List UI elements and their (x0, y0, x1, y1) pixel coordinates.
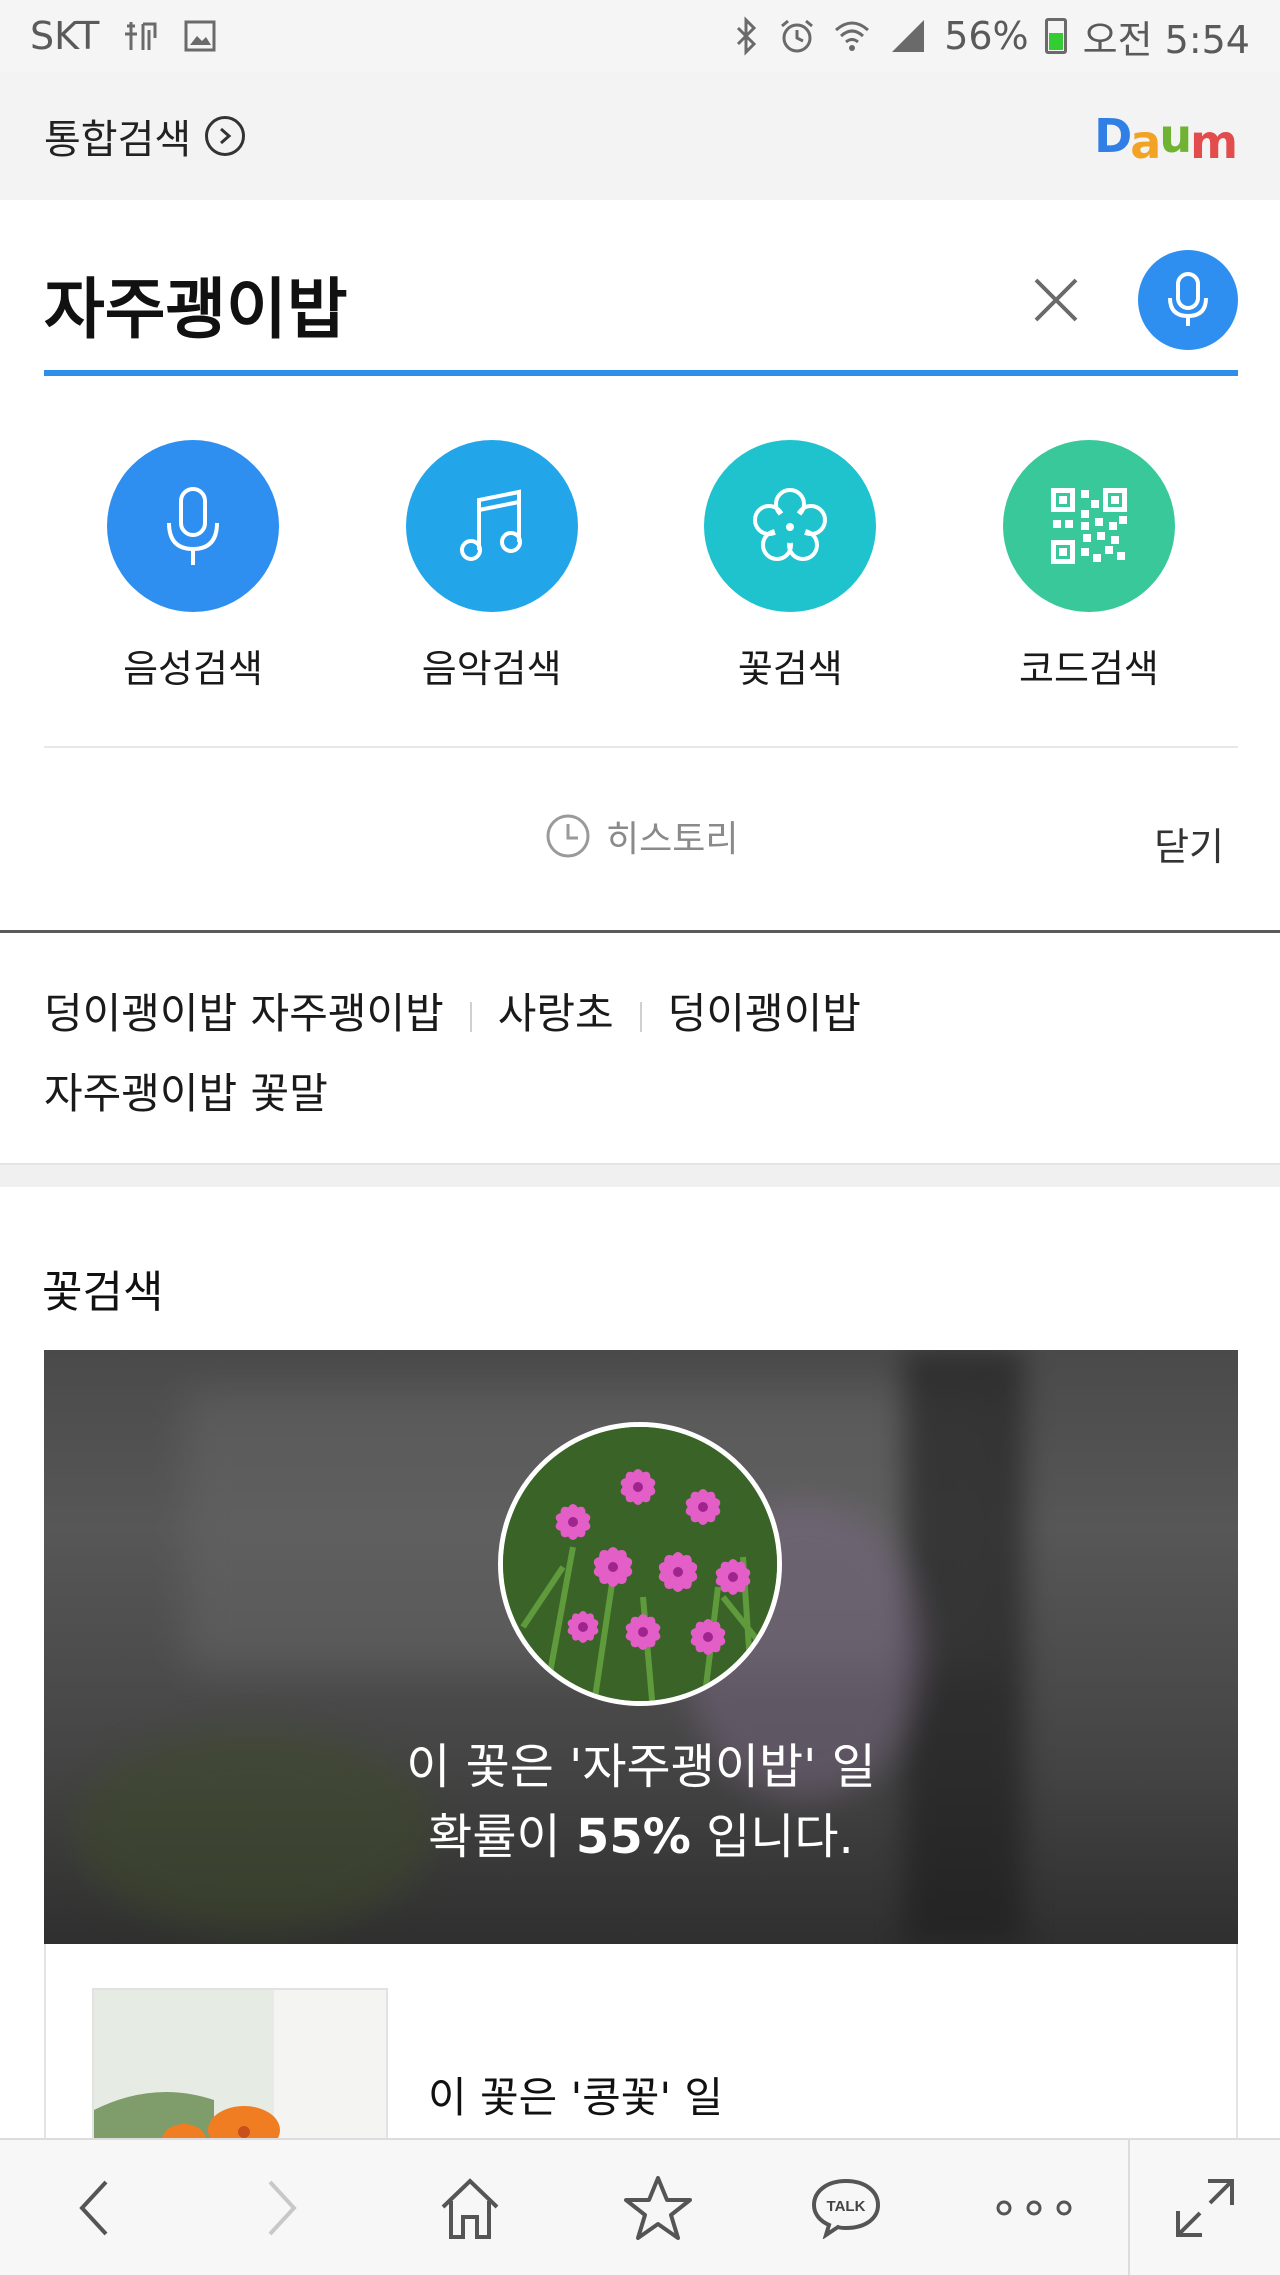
tool-circle (405, 440, 578, 612)
more-button[interactable] (940, 2139, 1128, 2275)
integrated-search-link[interactable]: 통합검색 (44, 107, 246, 165)
tool-label: 코드검색 (1019, 647, 1159, 691)
music-note-icon (459, 489, 522, 561)
divider (44, 746, 1238, 748)
clock: 오전 5:54 (1082, 17, 1250, 62)
logo-letter: a (1130, 115, 1161, 169)
expand-icon (1176, 2178, 1234, 2237)
chevron-left-icon (79, 2180, 108, 2235)
tool-circle (107, 440, 279, 612)
bluetooth-icon (732, 16, 762, 56)
result-probability: 확률이 55% 입니다. (44, 1802, 1238, 1872)
more-dots-icon (996, 2200, 1072, 2215)
tool-flower-search[interactable]: 꽃검색 (704, 440, 877, 693)
browser-toolbar: TALK (0, 2138, 1280, 2275)
daum-logo[interactable]: Daum (1094, 109, 1238, 169)
related-search-link[interactable]: 자주괭이밥 꽃말 (44, 1069, 328, 1118)
voice-search-button[interactable] (1138, 250, 1238, 350)
probability-suffix: 입니다. (690, 1809, 854, 1865)
fullscreen-button[interactable] (1130, 2139, 1280, 2275)
history-row: 히스토리 닫기 (0, 780, 1280, 900)
result-line: 이 꽃은 '자주괭이밥' 일 (406, 1739, 876, 1795)
mic-icon (167, 487, 219, 565)
talk-bubble-icon: TALK (811, 2178, 881, 2239)
divider (0, 930, 1280, 933)
logo-letter: D (1094, 109, 1132, 163)
flower-icon (753, 488, 828, 561)
star-icon (624, 2175, 692, 2240)
close-button[interactable]: 닫기 (1154, 816, 1224, 871)
clock-icon (546, 814, 590, 858)
chevron-right-icon (205, 116, 246, 156)
section-gap (0, 1163, 1280, 1187)
signal-icon (888, 18, 928, 54)
related-search-link[interactable]: 덩이괭이밥 자주괭이밥 (44, 989, 444, 1038)
status-bar: SKT 56% 오전 5:54 (0, 0, 1280, 72)
second-result-text: 이 꽃은 '콩꽃' 일 (428, 2073, 723, 2122)
tool-label: 음성검색 (123, 647, 263, 691)
tool-circle (704, 440, 877, 612)
related-search-link[interactable]: 덩이괭이밥 (668, 989, 861, 1038)
section-title: 꽃검색 (42, 1267, 164, 1318)
tool-voice-search[interactable]: 음성검색 (107, 440, 279, 693)
home-button[interactable] (376, 2139, 564, 2275)
battery-icon (1044, 18, 1067, 54)
top-result-text: 이 꽃은 '자주괭이밥' 일 확률이 55% 입니다. (44, 1732, 1238, 1872)
back-button[interactable] (0, 2139, 188, 2275)
tool-music-search[interactable]: 음악검색 (405, 440, 578, 693)
clear-button[interactable] (1026, 270, 1086, 330)
search-tools: 음성검색 음악검색 꽃검색 코드검색 (44, 440, 1238, 693)
home-icon (441, 2177, 499, 2239)
status-left: SKT (30, 14, 217, 58)
second-result-thumbnail (92, 1988, 388, 2144)
mic-icon (1168, 272, 1208, 326)
probability-prefix: 확률이 (428, 1809, 576, 1865)
integrated-search-label: 통합검색 (44, 117, 192, 163)
search-box: 자주괭이밥 (44, 230, 1238, 376)
search-input[interactable]: 자주괭이밥 (44, 248, 1026, 352)
wifi-icon (832, 18, 872, 54)
gallery-icon (183, 19, 217, 53)
related-searches: 덩이괭이밥 자주괭이밥 사랑초 덩이괭이밥 자주괭이밥 꽃말 (44, 974, 1238, 1134)
flower-thumbnail (498, 1422, 782, 1706)
bookmark-button[interactable] (564, 2139, 752, 2275)
tool-label: 꽃검색 (737, 647, 843, 691)
logo-letter: u (1159, 109, 1192, 163)
history-button[interactable]: 히스토리 (544, 810, 738, 862)
tool-label: 음악검색 (421, 647, 562, 691)
forward-button[interactable] (188, 2139, 376, 2275)
status-right: 56% 오전 5:54 (732, 9, 1250, 64)
tool-circle (1002, 440, 1175, 612)
tool-code-search[interactable]: 코드검색 (1002, 440, 1175, 693)
battery-percent: 56% (944, 14, 1029, 58)
close-icon (1034, 278, 1078, 322)
logo-letter: m (1190, 115, 1238, 169)
qr-code-icon (1050, 488, 1127, 564)
talk-label: TALK (827, 2198, 866, 2215)
related-search-link[interactable]: 사랑초 (498, 989, 614, 1038)
second-result-card[interactable]: 이 꽃은 '콩꽃' 일 (44, 1944, 1238, 2144)
chevron-right-icon (268, 2180, 297, 2235)
separator (469, 1001, 472, 1032)
top-bar: 통합검색 Daum (0, 72, 1280, 200)
signal-extra-icon (121, 16, 161, 56)
carrier-label: SKT (30, 14, 100, 58)
history-label: 히스토리 (606, 819, 739, 860)
top-result-card[interactable]: 이 꽃은 '자주괭이밥' 일 확률이 55% 입니다. (44, 1350, 1238, 1944)
kakaotalk-button[interactable]: TALK (752, 2139, 940, 2275)
alarm-icon (778, 17, 816, 55)
probability-value: 55% (575, 1809, 691, 1865)
separator (639, 1001, 642, 1032)
